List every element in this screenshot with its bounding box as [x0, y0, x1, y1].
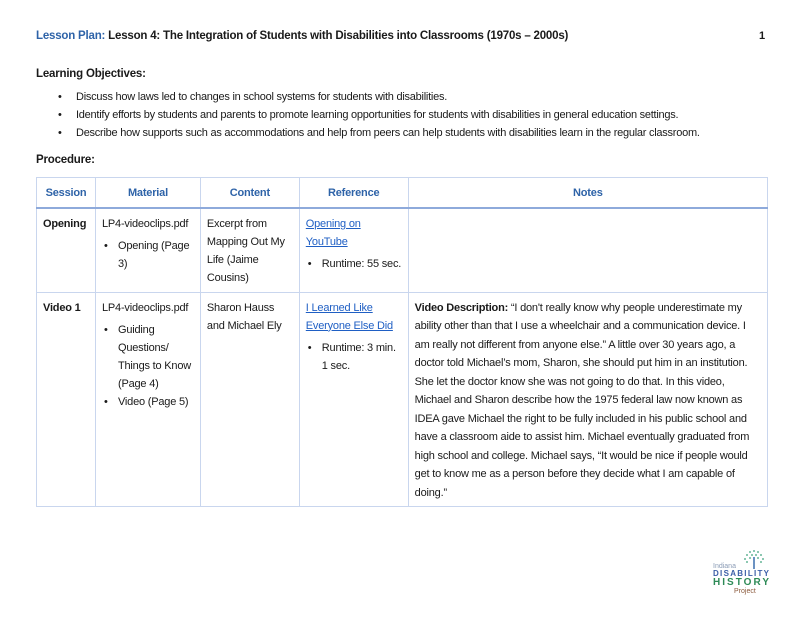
- material-item: Guiding Questions/ Things to Know (Page …: [102, 321, 194, 393]
- column-header-content: Content: [199, 177, 300, 209]
- logo-line-project: Project: [734, 588, 756, 595]
- notes-cell: [407, 207, 769, 293]
- reference-cell: Opening on YouTube Runtime: 55 sec.: [298, 207, 409, 293]
- reference-list: Runtime: 3 min. 1 sec.: [306, 339, 402, 375]
- table-row: Opening LP4-videoclips.pdf Opening (Page…: [36, 207, 769, 293]
- content-cell: Sharon Hauss and Michael Ely: [199, 291, 300, 507]
- notes-text: “I don't really know why people underest…: [414, 301, 750, 499]
- reference-cell: I Learned Like Everyone Else Did Runtime…: [298, 291, 409, 507]
- runtime-item: Runtime: 3 min. 1 sec.: [306, 339, 402, 375]
- material-item: Opening (Page 3): [102, 237, 194, 273]
- table-header-row: Session Material Content Reference Notes: [36, 177, 769, 209]
- material-file: LP4-videoclips.pdf: [101, 218, 189, 230]
- reference-link[interactable]: Opening on YouTube: [306, 215, 402, 251]
- content-cell: Excerpt from Mapping Out My Life (Jaime …: [199, 207, 300, 293]
- session-cell: Video 1: [36, 291, 96, 507]
- material-item: Video (Page 5): [102, 393, 194, 411]
- material-cell: LP4-videoclips.pdf Opening (Page 3): [94, 207, 201, 293]
- header-label: Lesson Plan:: [36, 30, 106, 42]
- objective-item: Describe how supports such as accommodat…: [56, 126, 700, 144]
- sparkle-tree-icon: [744, 550, 764, 569]
- page-number: 1: [759, 30, 766, 42]
- procedure-heading: Procedure:: [36, 154, 95, 166]
- column-header-reference: Reference: [298, 177, 409, 209]
- reference-list: Runtime: 55 sec.: [306, 255, 402, 273]
- notes-label: Video Description:: [414, 301, 509, 314]
- material-list: Opening (Page 3): [102, 237, 194, 273]
- header-title: Lesson 4: The Integration of Students wi…: [108, 30, 569, 42]
- objectives-heading: Learning Objectives:: [36, 68, 146, 80]
- objective-item: Discuss how laws led to changes in schoo…: [56, 90, 700, 108]
- logo-line-history: HISTORY: [713, 577, 769, 588]
- material-cell: LP4-videoclips.pdf Guiding Questions/ Th…: [94, 291, 201, 507]
- indiana-disability-history-project-logo: Indiana DISABILITY HISTORY Project: [713, 550, 770, 595]
- column-header-notes: Notes: [407, 177, 769, 209]
- runtime-item: Runtime: 55 sec.: [306, 255, 402, 273]
- objective-item: Identify efforts by students and parents…: [56, 108, 700, 126]
- reference-link[interactable]: I Learned Like Everyone Else Did: [306, 299, 402, 335]
- objectives-list: Discuss how laws led to changes in schoo…: [56, 90, 700, 144]
- material-list: Guiding Questions/ Things to Know (Page …: [102, 321, 194, 411]
- procedure-table: Session Material Content Reference Notes…: [36, 177, 769, 507]
- session-cell: Opening: [36, 207, 96, 293]
- notes-cell: Video Description: “I don't really know …: [407, 291, 769, 507]
- material-file: LP4-videoclips.pdf: [101, 301, 189, 314]
- column-header-session: Session: [36, 177, 96, 209]
- table-row: Video 1 LP4-videoclips.pdf Guiding Quest…: [36, 291, 769, 507]
- document-header: Lesson Plan: Lesson 4: The Integration o…: [36, 30, 568, 42]
- column-header-material: Material: [94, 177, 201, 209]
